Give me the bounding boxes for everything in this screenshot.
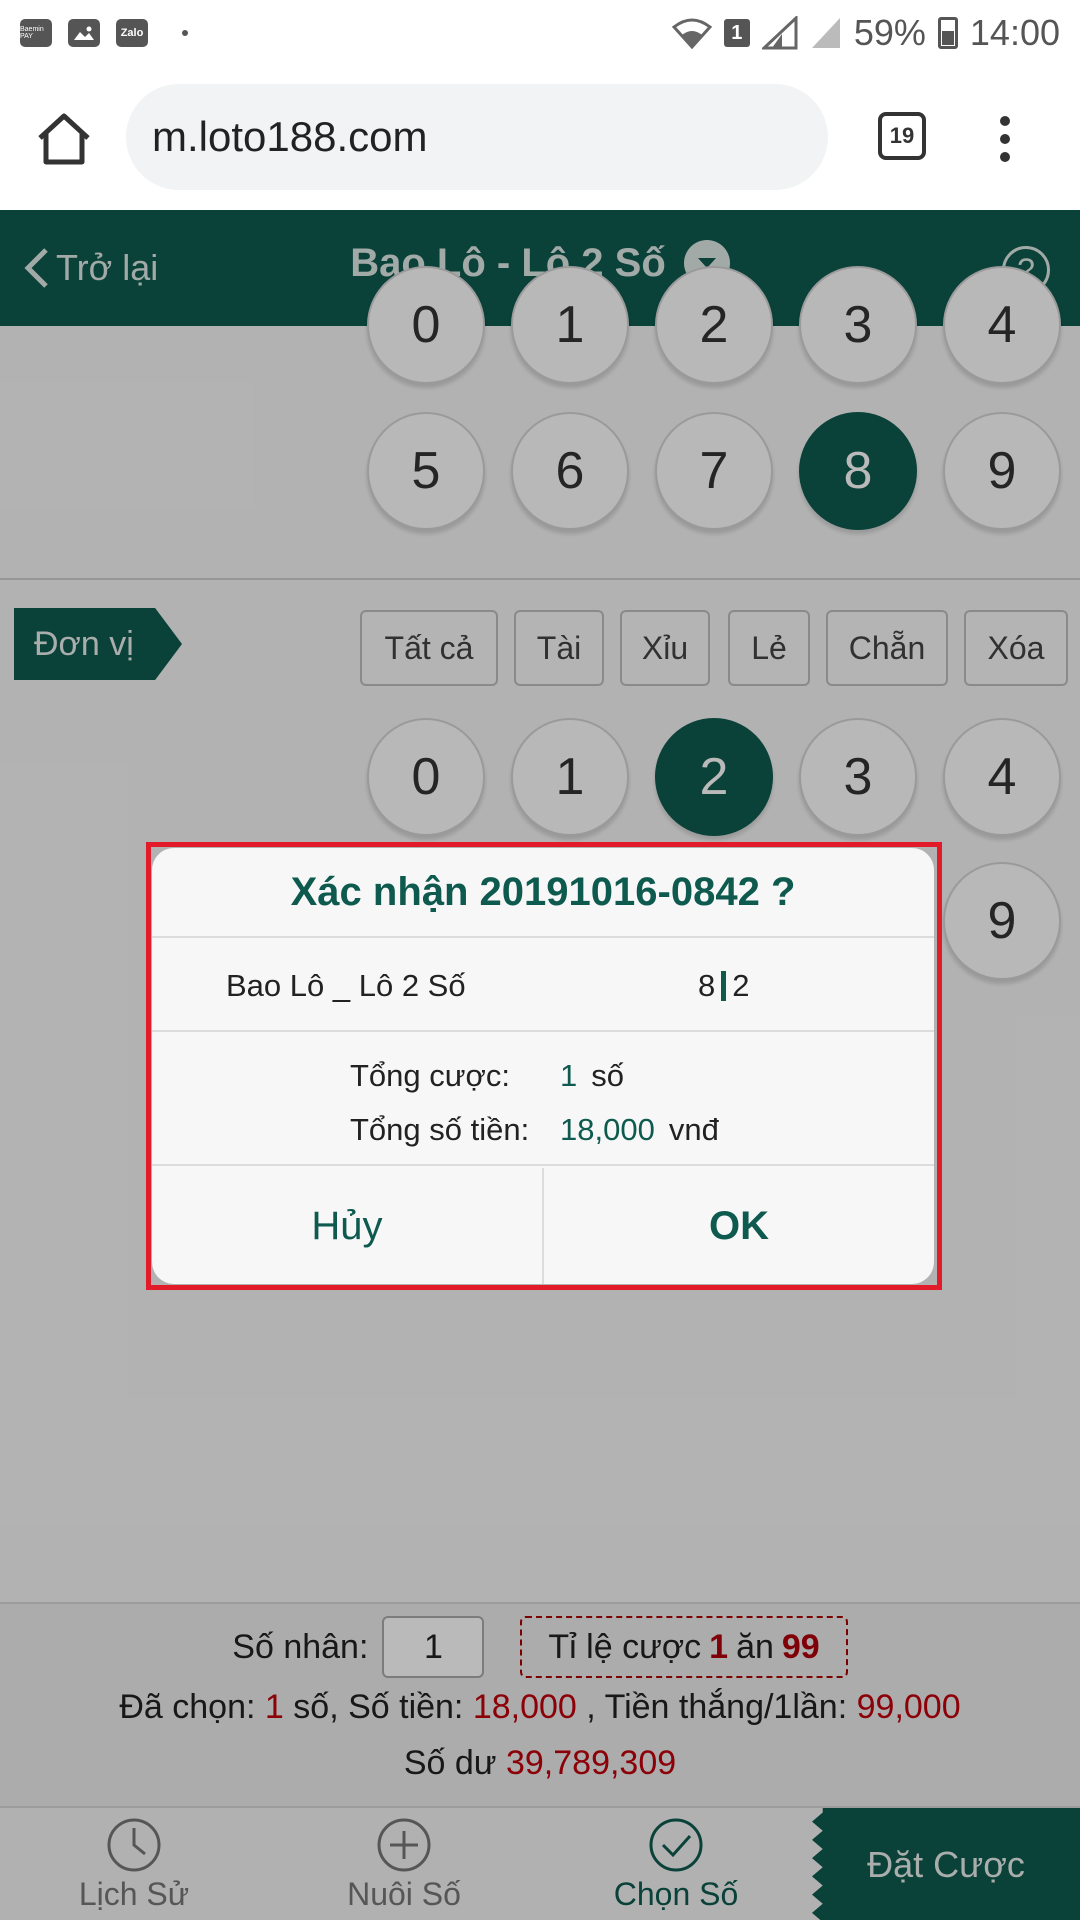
signal-icon (761, 16, 798, 50)
browser-menu-icon[interactable] (990, 116, 1020, 162)
wifi-icon (671, 18, 712, 49)
url-bar[interactable]: m.loto188.com (126, 84, 828, 190)
system-status: 1 59% 14:00 (671, 12, 1060, 54)
battery-icon (937, 17, 958, 49)
more-notifications-dot (182, 30, 188, 36)
sim-indicator: 1 (723, 19, 750, 47)
zalo-icon: Zalo (116, 19, 148, 47)
pay-app-icon: Baemin PAY (20, 19, 52, 47)
battery-percent: 59% (853, 12, 926, 53)
notification-icons: Baemin PAY Zalo (20, 19, 188, 47)
tab-switcher-button[interactable]: 19 (878, 112, 926, 160)
clock: 14:00 (969, 12, 1060, 53)
browser-toolbar: m.loto188.com 19 (0, 66, 1080, 210)
status-bar: Baemin PAY Zalo 1 59% 14:00 (0, 0, 1080, 66)
gallery-icon (68, 19, 100, 47)
url-text: m.loto188.com (152, 113, 428, 160)
signal-icon-2 (811, 18, 840, 48)
home-icon[interactable] (34, 110, 94, 166)
highlight-frame (146, 842, 942, 1290)
